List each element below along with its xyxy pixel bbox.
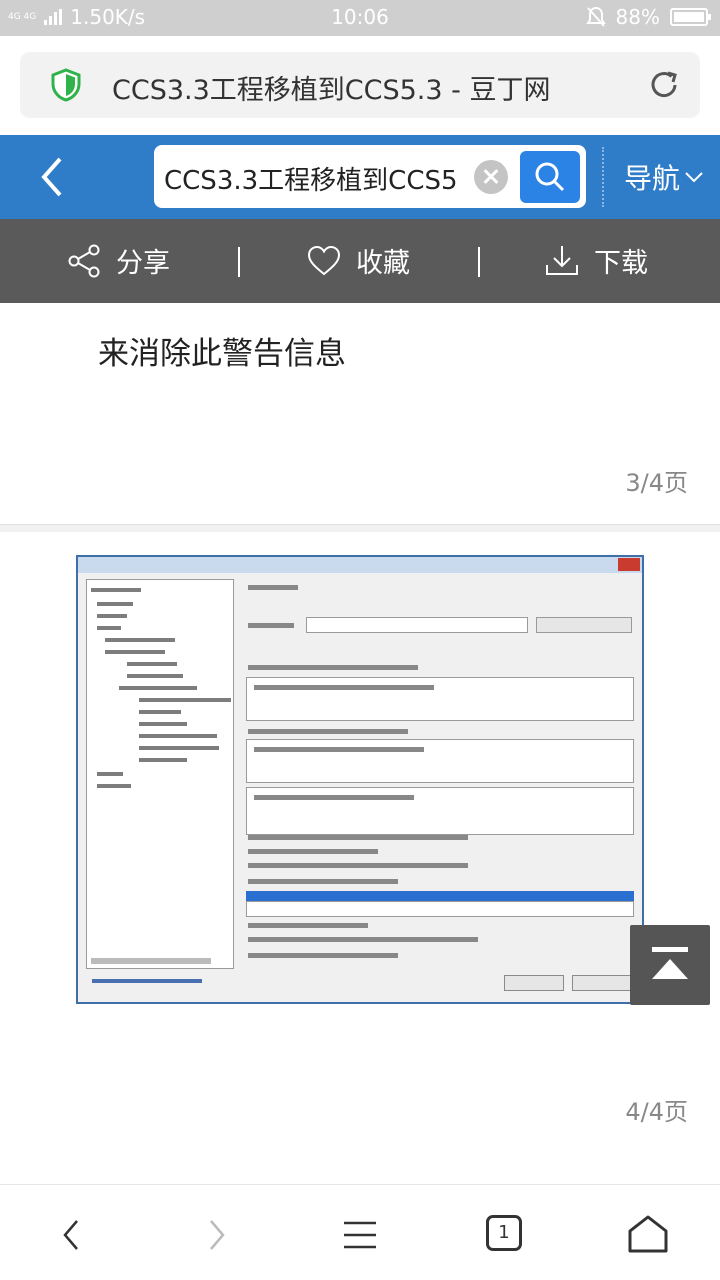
chevron-right-icon[interactable] [192,1211,240,1259]
page-divider [0,524,720,532]
page-number-3: 3/4页 [625,469,688,497]
share-button[interactable]: 分享 [66,241,170,280]
page-title: CCS3.3工程移植到CCS5.3 - 豆丁网 [112,75,551,106]
action-bar: 分享 收藏 下载 [0,219,720,303]
bottom-nav: 1 [0,1184,720,1280]
share-label: 分享 [116,248,170,279]
arrow-up-icon [652,947,688,979]
battery-percent: 88% [615,5,660,29]
battery-icon [670,8,711,26]
nav-separator [602,147,604,207]
status-bar: 4G 4G 1.50K/s 10:06 88% [0,0,720,36]
search-header: CCS3.3工程移植到CCS5 导航 [0,135,720,219]
share-icon [68,244,100,277]
nav-button[interactable]: 导航 [624,157,704,197]
favorite-label: 收藏 [356,248,410,279]
tabs-button[interactable]: 1 [482,1211,530,1259]
address-bar[interactable]: CCS3.3工程移植到CCS5.3 - 豆丁网 [20,52,700,118]
search-input[interactable]: CCS3.3工程移植到CCS5 [164,160,466,197]
download-label: 下载 [594,248,648,279]
tabs-count: 1 [486,1215,522,1251]
dialog-cancel-button [572,975,632,991]
action-separator [478,247,480,277]
shield-icon [51,68,81,102]
dialog-ok-button [504,975,564,991]
menu-icon[interactable] [336,1211,384,1259]
search-button[interactable] [520,151,580,203]
nav-label: 导航 [624,162,681,195]
download-button[interactable]: 下载 [544,241,648,280]
close-icon [618,558,640,571]
document-image [76,555,644,1004]
status-right: 88% [585,5,711,29]
search-box: CCS3.3工程移植到CCS5 [154,145,586,208]
page-number-4: 4/4页 [625,1098,688,1126]
back-arrow-icon[interactable] [30,153,78,201]
reload-icon[interactable] [646,67,682,103]
browser-url-area: CCS3.3工程移植到CCS5.3 - 豆丁网 [0,36,720,135]
chevron-down-icon [685,172,703,183]
page-text: 来消除此警告信息 [98,336,346,372]
clear-icon[interactable] [474,160,508,194]
scroll-to-top-button[interactable] [630,925,710,1005]
heart-icon [307,245,341,275]
download-icon [546,245,578,275]
silent-bell-icon [585,6,606,27]
favorite-button[interactable]: 收藏 [306,241,410,280]
dialog-right-panel [244,579,636,969]
dialog-tree-panel [86,579,234,969]
chevron-left-icon[interactable] [48,1211,96,1259]
action-separator [238,247,240,277]
search-icon [535,162,565,192]
dialog-title-bar [78,557,642,573]
home-icon[interactable] [624,1211,672,1259]
